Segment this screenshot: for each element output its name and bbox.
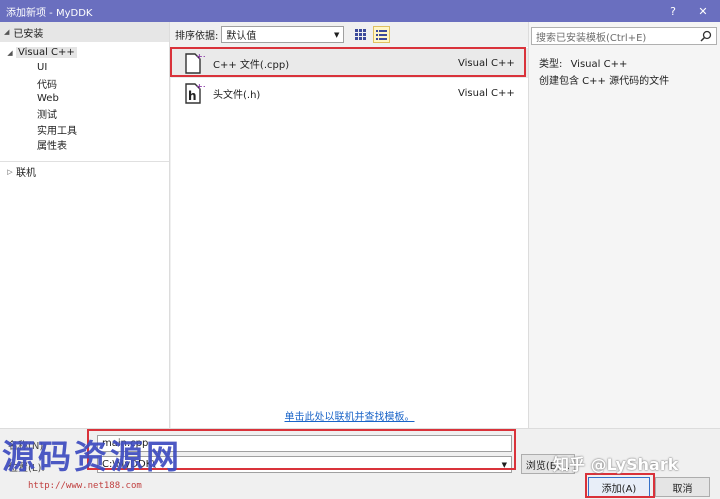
type-value: Visual C++	[570, 59, 628, 70]
type-info: 类型: Visual C++	[539, 55, 627, 70]
watermark-site-url: http://www.net188.com	[28, 481, 142, 491]
grid-view-icon	[355, 29, 367, 40]
tree-item-label: UI	[37, 62, 48, 74]
template-description: 创建包含 C++ 源代码的文件	[539, 76, 670, 87]
tree-item-ui[interactable]: UI	[0, 60, 169, 75]
list-view-button[interactable]	[373, 26, 391, 43]
tree-item-test[interactable]: 测试	[0, 106, 169, 121]
chevron-down-icon: ▼	[333, 30, 340, 39]
tree-item-visual-cpp[interactable]: ◢ Visual C++	[0, 45, 169, 60]
add-button[interactable]: 添加(A)	[588, 477, 650, 497]
tree-item-label: 联机	[16, 168, 36, 180]
search-icon[interactable]	[700, 30, 712, 42]
sort-dropdown[interactable]: 默认值 ▼	[221, 26, 345, 43]
chevron-down-icon: ▼	[501, 460, 507, 469]
tree-item-label: 属性表	[37, 140, 67, 152]
category-tree: ◢ Visual C++ UI 代码 Web 测试 实用工具 属性表	[0, 42, 169, 152]
template-name: C++ 文件(.cpp)	[213, 59, 290, 71]
window-title: 添加新项 - MyDDK	[6, 7, 93, 19]
tree-item-code[interactable]: 代码	[0, 76, 169, 91]
close-button[interactable]: ✕	[688, 0, 718, 22]
tree-item-online[interactable]: ▷ 联机	[4, 164, 36, 180]
tree-item-label: 测试	[37, 110, 57, 122]
type-label: 类型:	[539, 59, 563, 70]
installed-header-label: 已安装	[13, 28, 44, 40]
grid-view-button[interactable]	[352, 26, 369, 43]
search-placeholder: 搜索已安装模板(Ctrl+E)	[536, 32, 647, 44]
cpp-file-icon: ++	[181, 51, 209, 75]
tree-item-property-sheet[interactable]: 属性表	[0, 137, 169, 152]
template-lang: Visual C++	[458, 87, 515, 99]
sort-value: 默认值	[226, 31, 257, 42]
watermark-site-name: 源码资源网	[2, 437, 182, 476]
online-templates-link[interactable]: 单击此处以联机并查找模板。	[171, 408, 528, 423]
collapse-arrow-icon: ◢	[4, 28, 10, 36]
svg-text:++: ++	[196, 82, 205, 91]
tree-item-label: 实用工具	[37, 125, 77, 137]
tree-item-utility[interactable]: 实用工具	[0, 121, 169, 137]
template-name: 头文件(.h)	[213, 89, 261, 101]
sort-toolbar: 排序依据: 默认值 ▼	[171, 22, 526, 47]
list-view-icon	[376, 30, 388, 40]
search-input[interactable]: 搜索已安装模板(Ctrl+E)	[531, 27, 717, 45]
tree-item-label: 代码	[37, 79, 57, 91]
expand-arrow-icon: ▷	[7, 167, 13, 176]
divider	[0, 161, 169, 162]
tree-item-web[interactable]: Web	[0, 91, 169, 106]
tree-item-label: Visual C++	[16, 47, 77, 59]
template-item-header[interactable]: h ++ 头文件(.h) Visual C++	[171, 78, 528, 108]
help-button[interactable]: ?	[658, 0, 688, 22]
details-panel: 搜索已安装模板(Ctrl+E) 类型: Visual C++ 创建包含 C++ …	[528, 22, 720, 428]
template-list: ++ C++ 文件(.cpp) Visual C++ h ++ 头文件(.h) …	[171, 47, 528, 428]
cancel-button[interactable]: 取消	[655, 477, 710, 497]
template-lang: Visual C++	[458, 57, 515, 69]
template-item-cpp[interactable]: ++ C++ 文件(.cpp) Visual C++	[171, 48, 528, 78]
title-bar: 添加新项 - MyDDK ? ✕	[0, 0, 720, 22]
expand-arrow-icon: ◢	[7, 48, 13, 57]
header-file-icon: h ++	[181, 81, 209, 105]
sort-label: 排序依据:	[175, 31, 219, 42]
svg-text:h: h	[188, 89, 197, 103]
category-panel: ◢ 已安装 ◢ Visual C++ UI 代码 Web 测试 实用工具 属性表…	[0, 22, 170, 428]
watermark-author: 知乎 @LyShark	[553, 455, 679, 474]
installed-header[interactable]: ◢ 已安装	[0, 22, 169, 42]
tree-item-label: Web	[37, 93, 59, 105]
svg-text:++: ++	[196, 52, 205, 61]
